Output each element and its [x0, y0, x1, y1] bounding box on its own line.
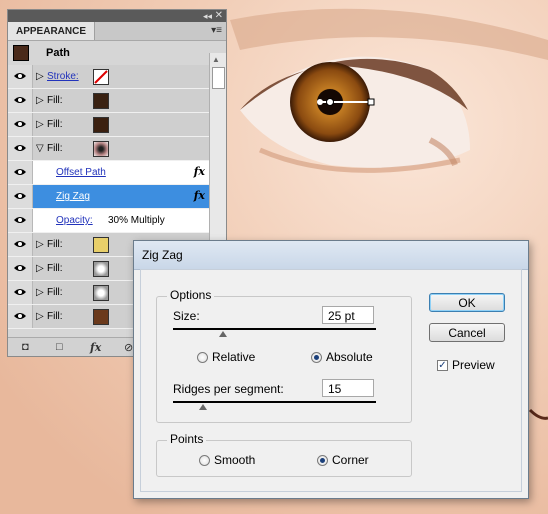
fill-swatch[interactable]	[93, 93, 109, 109]
eye-visibility-icon[interactable]	[14, 96, 26, 104]
fill-label: Fill:	[47, 311, 63, 322]
fx-icon[interactable]: fx	[194, 165, 205, 178]
add-stroke-icon[interactable]: ◘	[22, 341, 29, 353]
options-group: Options Size: 25 pt Relative Absolute Ri…	[156, 288, 412, 423]
add-fill-icon[interactable]: □	[56, 341, 63, 353]
clear-appearance-icon[interactable]: ⊘	[124, 341, 133, 354]
offset-path-link[interactable]: Offset Path	[56, 167, 106, 178]
dialog-body: Options Size: 25 pt Relative Absolute Ri…	[140, 269, 522, 492]
stroke-label[interactable]: Stroke:	[47, 71, 79, 82]
fill-swatch-pattern[interactable]	[93, 261, 109, 277]
fill-label: Fill:	[47, 287, 63, 298]
zig-zag-dialog: Zig Zag Options Size: 25 pt Relative Abs…	[133, 240, 529, 499]
disclosure-triangle-open-icon[interactable]: ▽	[36, 143, 44, 154]
fill-label: Fill:	[47, 119, 63, 130]
eye-visibility-icon[interactable]	[14, 144, 26, 152]
size-label: Size:	[173, 309, 200, 323]
corner-label[interactable]: Corner	[332, 453, 369, 467]
options-legend: Options	[167, 288, 215, 302]
fill-label: Fill:	[47, 239, 63, 250]
fill-label: Fill:	[47, 95, 63, 106]
dialog-title: Zig Zag	[142, 248, 183, 262]
eye-visibility-icon[interactable]	[14, 72, 26, 80]
opacity-value: 30% Multiply	[108, 215, 165, 226]
list-item-fill-expanded[interactable]: ▽ Fill:	[8, 137, 211, 161]
disclosure-triangle-icon[interactable]: ▷	[36, 311, 44, 322]
path-thumbnail-icon	[13, 45, 29, 61]
fill-swatch[interactable]	[93, 309, 109, 325]
collapse-panel-icon[interactable]: ◂◂	[203, 10, 212, 22]
fill-label: Fill:	[47, 263, 63, 274]
points-legend: Points	[167, 432, 207, 446]
eye-visibility-icon[interactable]	[14, 192, 26, 200]
tab-appearance[interactable]: APPEARANCE	[8, 22, 96, 40]
dialog-titlebar[interactable]: Zig Zag	[134, 241, 528, 270]
stroke-swatch-none-icon[interactable]	[93, 69, 109, 85]
scroll-thumb[interactable]	[212, 67, 225, 89]
panel-tabbar: APPEARANCE ▾≡	[8, 22, 226, 41]
fill-label: Fill:	[47, 143, 63, 154]
relative-label[interactable]: Relative	[212, 350, 255, 364]
add-effect-fx-icon[interactable]: fx	[90, 341, 101, 354]
eye-visibility-icon[interactable]	[14, 216, 26, 224]
absolute-radio[interactable]	[311, 352, 322, 363]
scroll-up-arrow-icon[interactable]: ▲	[212, 55, 220, 64]
disclosure-triangle-icon[interactable]: ▷	[36, 95, 44, 106]
points-group: Points Smooth Corner	[156, 432, 412, 477]
list-item-effect-zig-zag[interactable]: Zig Zag fx	[8, 185, 211, 209]
eye-visibility-icon[interactable]	[14, 264, 26, 272]
fill-swatch-gradient[interactable]	[93, 141, 109, 157]
list-item-fill[interactable]: ▷ Fill:	[8, 113, 211, 137]
ridges-label: Ridges per segment:	[173, 382, 284, 396]
eye-visibility-icon[interactable]	[14, 312, 26, 320]
smooth-radio[interactable]	[199, 455, 210, 466]
disclosure-triangle-icon[interactable]: ▷	[36, 239, 44, 250]
close-panel-icon[interactable]: ✕	[215, 10, 223, 22]
list-item-fill[interactable]: ▷ Fill:	[8, 89, 211, 113]
size-slider-thumb[interactable]	[219, 331, 227, 337]
disclosure-triangle-icon[interactable]: ▷	[36, 263, 44, 274]
eye-visibility-icon[interactable]	[14, 168, 26, 176]
list-item-effect-offset-path[interactable]: Offset Path fx	[8, 161, 211, 185]
ridges-input[interactable]: 15	[322, 379, 374, 397]
disclosure-triangle-icon[interactable]: ▷	[36, 287, 44, 298]
size-slider-track[interactable]	[173, 328, 376, 330]
fill-swatch[interactable]	[93, 117, 109, 133]
panel-menu-icon[interactable]: ▾≡	[211, 25, 222, 36]
disclosure-triangle-icon[interactable]: ▷	[36, 119, 44, 130]
list-item-stroke[interactable]: ▷ Stroke:	[8, 65, 211, 89]
preview-label[interactable]: Preview	[452, 358, 495, 372]
absolute-label[interactable]: Absolute	[326, 350, 373, 364]
panel-titlebar: ◂◂ ✕	[8, 10, 226, 22]
ridges-slider-track[interactable]	[173, 401, 376, 403]
object-title: Path	[46, 47, 70, 59]
list-item-opacity[interactable]: Opacity: 30% Multiply	[8, 209, 211, 233]
zig-zag-link[interactable]: Zig Zag	[56, 191, 90, 202]
fill-swatch[interactable]	[93, 237, 109, 253]
eye-visibility-icon[interactable]	[14, 240, 26, 248]
corner-radio[interactable]	[317, 455, 328, 466]
smooth-label[interactable]: Smooth	[214, 453, 255, 467]
cancel-button[interactable]: Cancel	[429, 323, 505, 342]
fill-swatch-pattern[interactable]	[93, 285, 109, 301]
ok-button[interactable]: OK	[429, 293, 505, 312]
preview-checkbox[interactable]: ✓	[437, 360, 448, 371]
fx-icon[interactable]: fx	[194, 189, 205, 202]
relative-radio[interactable]	[197, 352, 208, 363]
size-input[interactable]: 25 pt	[322, 306, 374, 324]
ridges-slider-thumb[interactable]	[199, 404, 207, 410]
object-header-row[interactable]: Path	[8, 41, 211, 65]
eye-visibility-icon[interactable]	[14, 120, 26, 128]
opacity-link[interactable]: Opacity:	[56, 215, 93, 226]
eye-visibility-icon[interactable]	[14, 288, 26, 296]
disclosure-triangle-icon[interactable]: ▷	[36, 71, 44, 82]
